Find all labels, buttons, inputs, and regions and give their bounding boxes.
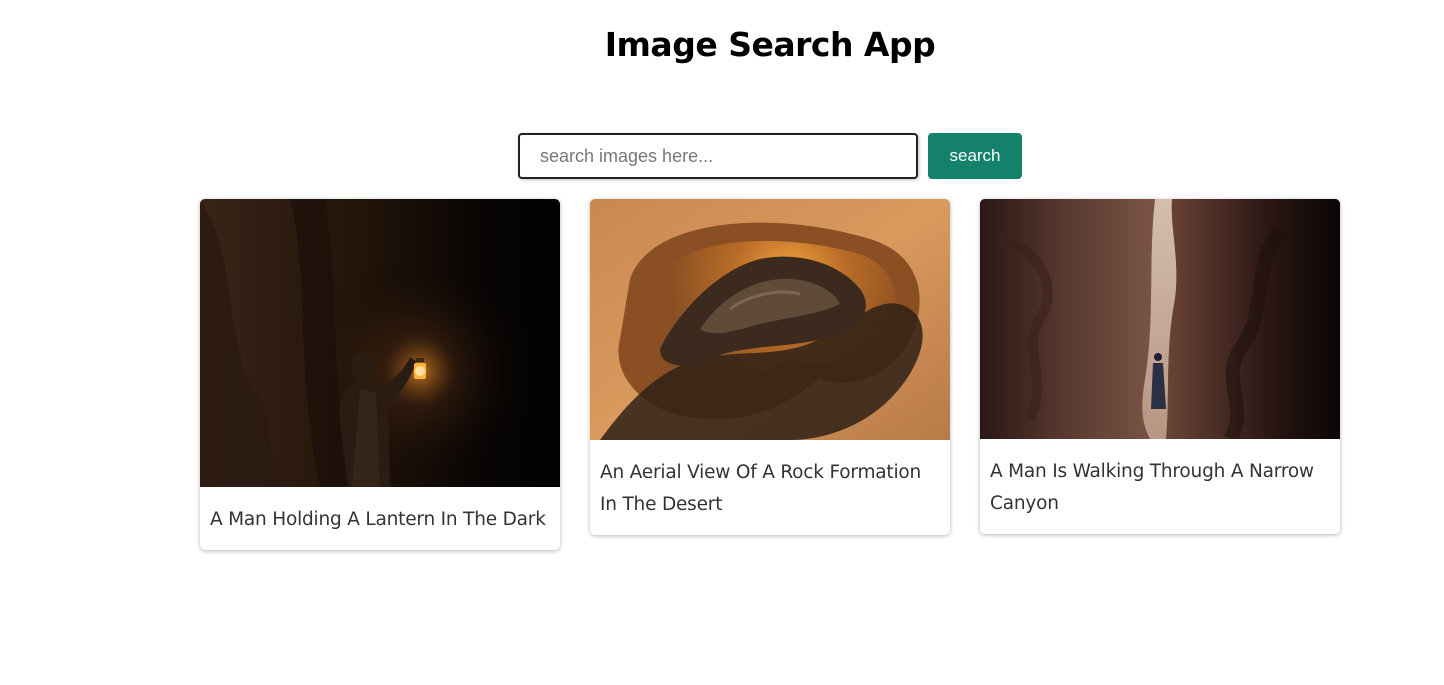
man-with-lantern-photo	[200, 199, 560, 487]
result-image[interactable]	[200, 199, 560, 487]
result-title: A Man Is Walking Through A Narrow Canyon	[990, 461, 1314, 514]
page: Image Search App search images here... s…	[0, 0, 1444, 685]
result-image[interactable]	[590, 199, 950, 440]
narrow-canyon-photo	[980, 199, 1340, 439]
search-input[interactable]	[518, 133, 918, 179]
search-form: search	[518, 133, 1022, 179]
result-card[interactable]: An Aerial View Of A Rock Formation In Th…	[590, 199, 950, 535]
result-image[interactable]	[980, 199, 1340, 439]
result-title: An Aerial View Of A Rock Formation In Th…	[600, 462, 922, 515]
search-results: A Man Holding A Lantern In The Dark An A…	[200, 199, 1340, 550]
result-card[interactable]: A Man Holding A Lantern In The Dark	[200, 199, 560, 550]
result-title: A Man Holding A Lantern In The Dark	[210, 509, 546, 530]
desert-rock-aerial-photo	[590, 199, 950, 440]
search-button[interactable]: search	[928, 133, 1022, 179]
result-card[interactable]: A Man Is Walking Through A Narrow Canyon	[980, 199, 1340, 534]
page-title: Image Search App	[604, 25, 936, 64]
